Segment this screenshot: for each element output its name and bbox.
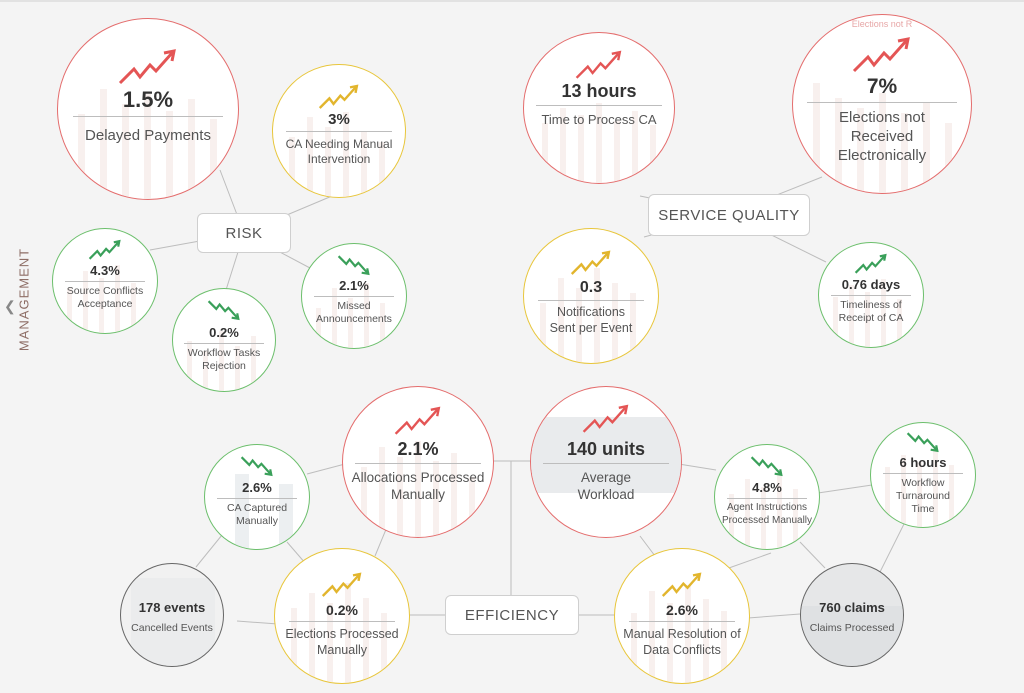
trend-up-icon bbox=[852, 37, 910, 73]
metric-value: 1.5% bbox=[122, 87, 174, 112]
metric-value: 7% bbox=[866, 75, 898, 98]
metric-agent-instructions[interactable]: 4.8% Agent Instructions Processed Manual… bbox=[714, 444, 820, 550]
metric-label: Delayed Payments bbox=[85, 127, 211, 144]
metric-delayed-payments[interactable]: 1.5% Delayed Payments bbox=[57, 18, 239, 200]
metric-allocations-processed-manually[interactable]: 2.1% Allocations Processed Manually bbox=[342, 386, 494, 538]
trend-up-icon bbox=[570, 250, 611, 275]
metric-value: 2.1% bbox=[339, 278, 369, 293]
faint-header-label: Elections not R bbox=[851, 19, 913, 29]
trend-up-icon bbox=[318, 84, 359, 109]
metric-label: Missed Announcements bbox=[316, 300, 392, 326]
metric-value: 0.2% bbox=[326, 602, 358, 618]
efficiency-hub[interactable]: EFFICIENCY bbox=[445, 595, 579, 635]
metric-value: 178 events bbox=[138, 600, 206, 615]
trend-down-icon bbox=[750, 456, 783, 477]
trend-down-icon bbox=[906, 432, 939, 453]
metric-label: Cancelled Events bbox=[131, 622, 213, 634]
metric-elections-processed-manually[interactable]: 0.2% Elections Processed Manually bbox=[274, 548, 410, 684]
management-tab[interactable]: ❮ MANAGEMENT bbox=[4, 236, 40, 376]
metric-claims-processed[interactable]: 760 claims Claims Processed bbox=[800, 563, 904, 667]
metric-label: Elections Processed Manually bbox=[285, 627, 399, 657]
metric-value: 6 hours bbox=[899, 455, 947, 470]
metric-label: Claims Processed bbox=[809, 622, 895, 634]
trend-up-icon bbox=[582, 404, 629, 433]
trend-up-icon bbox=[88, 239, 121, 260]
metric-value: 0.2% bbox=[209, 325, 239, 340]
divider bbox=[314, 296, 394, 297]
service-quality-hub[interactable]: SERVICE QUALITY bbox=[648, 194, 810, 236]
trend-down-icon bbox=[240, 456, 273, 477]
metric-average-workload[interactable]: 140 units Average Workload bbox=[530, 386, 682, 538]
metric-manual-resolution-data-conflicts[interactable]: 2.6% Manual Resolution of Data Conflicts bbox=[614, 548, 750, 684]
metric-label: CA Captured Manually bbox=[226, 502, 288, 528]
metric-workflow-turnaround-time[interactable]: 6 hours Workflow Turnaround Time bbox=[870, 422, 976, 528]
divider bbox=[289, 621, 395, 622]
trend-up-icon bbox=[118, 49, 176, 85]
divider bbox=[807, 102, 957, 103]
metric-value: 4.8% bbox=[752, 480, 782, 495]
metric-value: 2.6% bbox=[242, 480, 272, 495]
metric-missed-announcements[interactable]: 2.1% Missed Announcements bbox=[301, 243, 407, 349]
management-label: MANAGEMENT bbox=[16, 247, 32, 352]
divider bbox=[184, 343, 264, 344]
trend-down-icon bbox=[207, 300, 240, 321]
divider bbox=[831, 295, 911, 296]
trend-down-icon bbox=[337, 255, 370, 276]
trend-up-icon bbox=[854, 253, 887, 274]
divider bbox=[65, 281, 145, 282]
divider bbox=[73, 116, 223, 117]
divider bbox=[629, 621, 735, 622]
metric-label: Workflow Turnaround Time bbox=[896, 477, 950, 516]
divider bbox=[538, 300, 644, 301]
divider bbox=[543, 463, 669, 464]
metric-value: 2.1% bbox=[397, 439, 439, 459]
divider bbox=[536, 105, 662, 106]
metric-value: 3% bbox=[328, 111, 350, 128]
metric-value: 760 claims bbox=[819, 600, 885, 615]
chevron-left-icon[interactable]: ❮ bbox=[4, 298, 16, 315]
divider bbox=[217, 498, 297, 499]
metric-notifications-sent[interactable]: 0.3 Notifications Sent per Event bbox=[523, 228, 659, 364]
metric-time-to-process-ca[interactable]: 13 hours Time to Process CA bbox=[523, 32, 675, 184]
metric-label: Allocations Processed Manually bbox=[351, 470, 485, 502]
metric-label: Timeliness of Receipt of CA bbox=[838, 299, 904, 325]
metric-value: 13 hours bbox=[561, 81, 637, 101]
divider bbox=[727, 498, 807, 499]
metric-label: Workflow Tasks Rejection bbox=[187, 347, 261, 373]
metric-label: Elections not Received Electronically bbox=[837, 109, 927, 164]
metric-value: 2.6% bbox=[666, 602, 698, 618]
divider bbox=[883, 473, 963, 474]
trend-up-icon bbox=[661, 572, 702, 597]
metric-label: Time to Process CA bbox=[541, 112, 657, 127]
metric-cancelled-events[interactable]: 178 events Cancelled Events bbox=[120, 563, 224, 667]
divider bbox=[355, 463, 481, 464]
metric-ca-captured-manually[interactable]: 2.6% CA Captured Manually bbox=[204, 444, 310, 550]
metric-label: Agent Instructions Processed Manually bbox=[721, 502, 813, 526]
metric-source-conflicts-acceptance[interactable]: 4.3% Source Conflicts Acceptance bbox=[52, 228, 158, 334]
trend-up-icon bbox=[394, 406, 441, 435]
metric-timeliness-of-receipt[interactable]: 0.76 days Timeliness of Receipt of CA bbox=[818, 242, 924, 348]
metric-value: 4.3% bbox=[90, 263, 120, 278]
metric-value: 0.3 bbox=[579, 279, 603, 296]
risk-hub[interactable]: RISK bbox=[197, 213, 291, 253]
metric-label: CA Needing Manual Intervention bbox=[285, 137, 393, 166]
metric-label: Source Conflicts Acceptance bbox=[66, 285, 144, 311]
metric-label: Manual Resolution of Data Conflicts bbox=[623, 627, 741, 657]
divider bbox=[286, 131, 392, 132]
metric-elections-not-received[interactable]: Elections not R 7% Elections not Receive… bbox=[792, 14, 972, 194]
metric-value: 0.76 days bbox=[841, 277, 901, 292]
trend-up-icon bbox=[575, 50, 622, 79]
metric-workflow-tasks-rejection[interactable]: 0.2% Workflow Tasks Rejection bbox=[172, 288, 276, 392]
metric-label: Notifications Sent per Event bbox=[549, 305, 633, 335]
metric-value: 140 units bbox=[566, 439, 646, 459]
metric-ca-manual-intervention[interactable]: 3% CA Needing Manual Intervention bbox=[272, 64, 406, 198]
metric-label: Average Workload bbox=[577, 470, 635, 502]
trend-up-icon bbox=[321, 572, 362, 597]
